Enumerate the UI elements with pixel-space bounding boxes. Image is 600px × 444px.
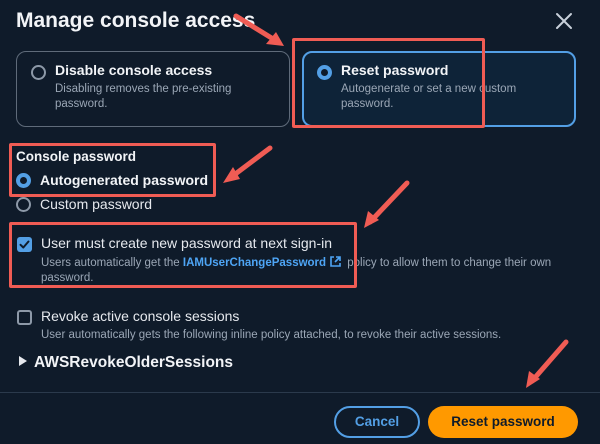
close-icon [556,13,572,29]
disable-access-radio[interactable] [31,65,46,80]
reset-password-button[interactable]: Reset password [428,406,578,438]
revoke-sessions-description: User automatically gets the following in… [41,329,502,341]
revoke-sessions-checkbox[interactable] [17,310,32,325]
custom-password-label[interactable]: Custom password [40,196,152,212]
disable-access-description: Disabling removes the pre-existing passw… [55,83,232,110]
caret-right-icon [19,356,27,366]
annotation-box-console-password [9,143,216,197]
cancel-button[interactable]: Cancel [334,406,420,438]
footer-divider [0,392,600,393]
dialog-title: Manage console access [16,9,256,32]
disable-console-access-tile[interactable]: Disable console access Disabling removes… [16,51,290,127]
disable-access-label: Disable console access [55,62,213,78]
revoke-sessions-label[interactable]: Revoke active console sessions [41,308,239,324]
close-button[interactable] [553,10,575,32]
annotation-box-require-reset [9,222,357,288]
custom-password-radio[interactable] [16,197,31,212]
annotation-box-reset-password [292,38,485,128]
expander-aws-revoke-older-sessions[interactable]: AWSRevokeOlderSessions [18,354,233,372]
expander-label: AWSRevokeOlderSessions [34,354,233,371]
